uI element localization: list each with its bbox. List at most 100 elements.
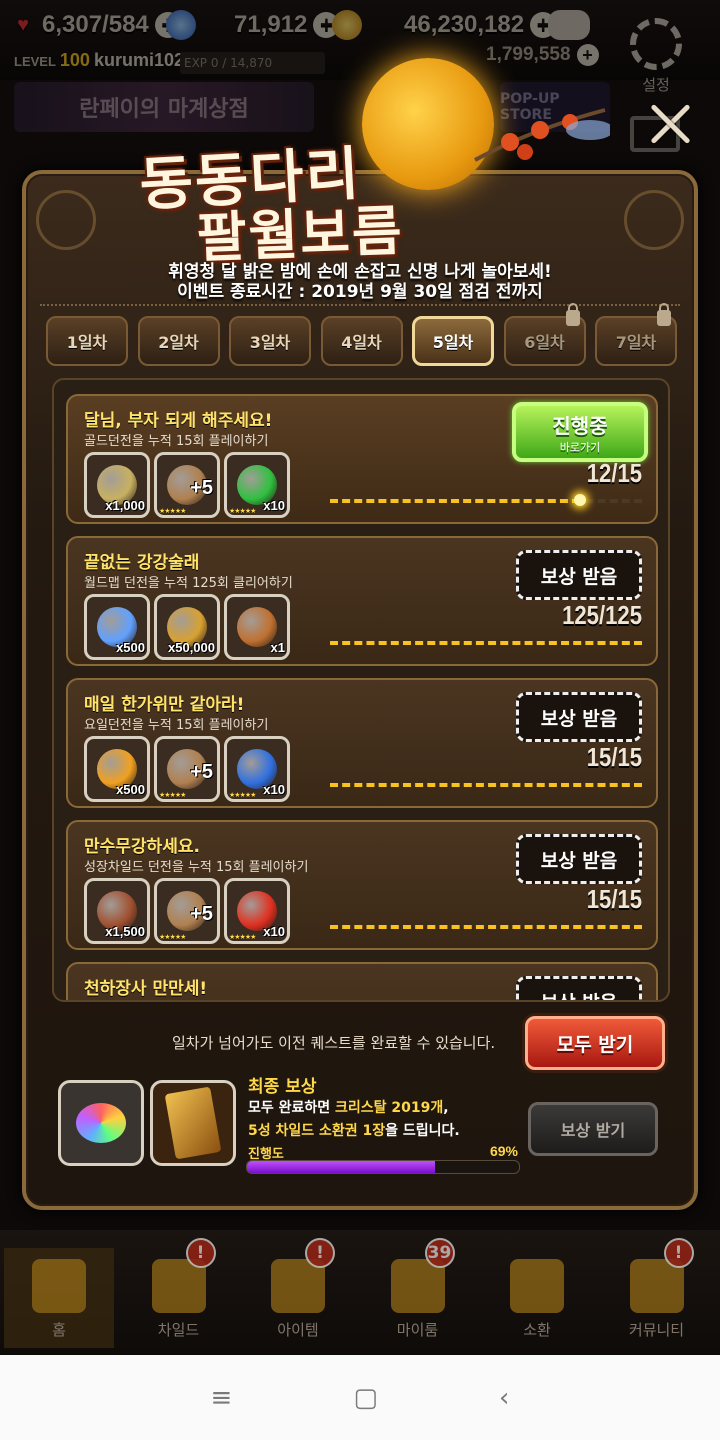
- quest-progress-fill: [330, 499, 580, 503]
- carry-over-note: 일차가 넘어가도 이전 퀘스트를 완료할 수 있습니다.: [172, 1034, 496, 1052]
- reward-item[interactable]: x1,000: [84, 452, 150, 518]
- back-icon[interactable]: ‹: [499, 1383, 509, 1413]
- reward-item[interactable]: x1,500: [84, 878, 150, 944]
- tab-label: 1일차: [66, 333, 108, 352]
- recent-apps-icon[interactable]: ≡: [211, 1383, 233, 1413]
- final-desc-text: 모두 완료하면: [248, 1100, 336, 1116]
- quest-progress-bar: [330, 494, 642, 506]
- quest-progress-count: 15/15: [586, 884, 642, 914]
- reward-item[interactable]: x1: [224, 594, 290, 660]
- app-root: ♥ 6,307/584 + 71,912 + 46,230,182 + 설정 L…: [0, 0, 720, 1440]
- nav-sword-shield[interactable]: 아이템!: [243, 1238, 353, 1348]
- claim-final-reward-button[interactable]: 보상 받기: [528, 1102, 658, 1156]
- nav-home-gate[interactable]: 홈: [4, 1248, 114, 1348]
- notification-badge: !: [305, 1238, 335, 1268]
- reward-count: x500: [116, 782, 145, 797]
- reward-item[interactable]: x10 ★★★★★: [224, 878, 290, 944]
- quest-progress-bar: [330, 925, 642, 929]
- quest-rewards: x1,500 +5 ★★★★★ x10 ★★★★★: [84, 878, 290, 944]
- quest-desc: 요일던전을 누적 15회 플레이하기: [84, 718, 269, 733]
- quest-list[interactable]: 달님, 부자 되게 해주세요! 골드던전을 누적 15회 플레이하기 x1,000 +…: [52, 378, 670, 1002]
- reward-item[interactable]: x500: [84, 736, 150, 802]
- quest-title: 만수무강하세요.: [84, 837, 200, 857]
- tab-label: 4일차: [341, 333, 382, 352]
- reward-count: x10: [263, 498, 285, 513]
- nav-label: 차일드: [157, 1321, 200, 1339]
- reward-stars: ★★★★★: [159, 507, 186, 515]
- quest-rewards: x500 x50,000 x1: [84, 594, 290, 660]
- reward-item[interactable]: x10 ★★★★★: [224, 736, 290, 802]
- reward-count: x1,000: [105, 498, 145, 513]
- final-ticket-item[interactable]: [150, 1080, 236, 1166]
- reward-count: x1: [270, 640, 285, 655]
- nav-label: 마이룸: [396, 1321, 439, 1339]
- reward-item[interactable]: +5 ★★★★★: [154, 452, 220, 518]
- final-desc-comma: ,: [443, 1100, 449, 1116]
- final-reward-items: [58, 1080, 236, 1166]
- tab-day-2[interactable]: 2일차: [137, 316, 220, 366]
- quest-received-button[interactable]: 보상 받음: [516, 834, 642, 884]
- reward-enhance: +5: [190, 477, 213, 499]
- notification-badge: !: [185, 1238, 216, 1268]
- reward-count: x1,500: [105, 924, 145, 939]
- nav-label: 커뮤니티: [628, 1321, 685, 1339]
- nav-summon-bag[interactable]: 소환: [482, 1248, 592, 1348]
- tab-label: 3일차: [249, 333, 291, 352]
- tab-day-5[interactable]: 5일차: [412, 316, 494, 366]
- quest-progress-count: 125/125: [562, 600, 642, 630]
- quest-title: 매일 한가위만 같아라!: [84, 695, 245, 715]
- tab-label: 6일차: [524, 333, 565, 352]
- reward-item[interactable]: +5 ★★★★★: [154, 878, 220, 944]
- quest-desc: 성장차일드 던전을 누적 15회 플레이하기: [84, 860, 309, 875]
- reward-stars: ★★★★★: [159, 791, 186, 799]
- reward-stars: ★★★★★: [229, 507, 256, 515]
- reward-item[interactable]: +5 ★★★★★: [154, 736, 220, 802]
- quest-card: 천하장사 만만세! 보상 받음: [66, 962, 658, 1000]
- nav-crown-laurel[interactable]: 마이룸 39: [363, 1238, 473, 1348]
- reward-item[interactable]: x500: [84, 594, 150, 660]
- progress-spark-icon: [574, 494, 586, 506]
- tab-day-3[interactable]: 3일차: [229, 316, 311, 366]
- tab-label: 5일차: [432, 333, 474, 352]
- tab-day-7[interactable]: 7일차: [595, 303, 677, 366]
- tab-day-1[interactable]: 1일차: [46, 316, 128, 366]
- final-desc-crystal: 크리스탈 2019개: [335, 1100, 444, 1116]
- quest-card: 매일 한가위만 같아라! 요일던전을 누적 15회 플레이하기 x500 +5 ★★★★…: [66, 678, 658, 808]
- tab-day-4[interactable]: 4일차: [320, 316, 403, 366]
- summon-ticket-icon: [164, 1086, 222, 1160]
- quest-progress-bar: [330, 641, 642, 645]
- claim-all-button[interactable]: 모두 받기: [525, 1016, 665, 1070]
- tab-day-6[interactable]: 6일차: [503, 303, 586, 366]
- final-desc-end: 을 드립니다.: [385, 1123, 460, 1139]
- quest-progress-bar: [330, 783, 642, 787]
- final-crystal-item[interactable]: [58, 1080, 144, 1166]
- notification-badge: 39: [424, 1238, 455, 1268]
- quest-progress-count: 15/15: [586, 742, 642, 772]
- event-end-time: 이벤트 종료시간 : 2019년 9월 30일 점검 전까지: [177, 282, 543, 302]
- tab-label: 2일차: [158, 333, 199, 352]
- divider: [40, 304, 680, 306]
- reward-enhance: +5: [190, 903, 213, 925]
- notification-badge: !: [663, 1238, 694, 1268]
- quest-received-button[interactable]: 보상 받음: [516, 976, 642, 1000]
- final-reward-title: 최종 보상: [248, 1077, 317, 1097]
- reward-count: x10: [263, 782, 285, 797]
- bottom-nav: 홈 차일드! 아이템! 마이룸 39 소환 커뮤니티!: [0, 1230, 720, 1354]
- nav-child-flame[interactable]: 차일드!: [124, 1238, 234, 1348]
- reward-count: x500: [116, 640, 145, 655]
- quest-progress-count: 12/15: [586, 458, 642, 488]
- final-desc-ticket: 5성 차일드 소환권 1장: [248, 1123, 386, 1139]
- nav-label: 소환: [523, 1321, 551, 1339]
- quest-title: 끝없는 강강술래: [84, 553, 200, 573]
- home-icon[interactable]: ▢: [353, 1383, 378, 1413]
- nav-community-shield[interactable]: 커뮤니티!: [602, 1238, 712, 1348]
- reward-item[interactable]: x10 ★★★★★: [224, 452, 290, 518]
- quest-desc: 골드던전을 누적 15회 플레이하기: [84, 434, 269, 449]
- reward-item[interactable]: x50,000: [154, 594, 220, 660]
- quest-go-button[interactable]: 진행중 바로가기: [512, 402, 648, 462]
- lock-icon: [565, 303, 580, 326]
- quest-desc: 월드맵 던전을 누적 125회 클리어하기: [84, 576, 293, 591]
- quest-received-button[interactable]: 보상 받음: [516, 550, 642, 600]
- close-button[interactable]: [648, 102, 692, 146]
- quest-received-button[interactable]: 보상 받음: [516, 692, 642, 742]
